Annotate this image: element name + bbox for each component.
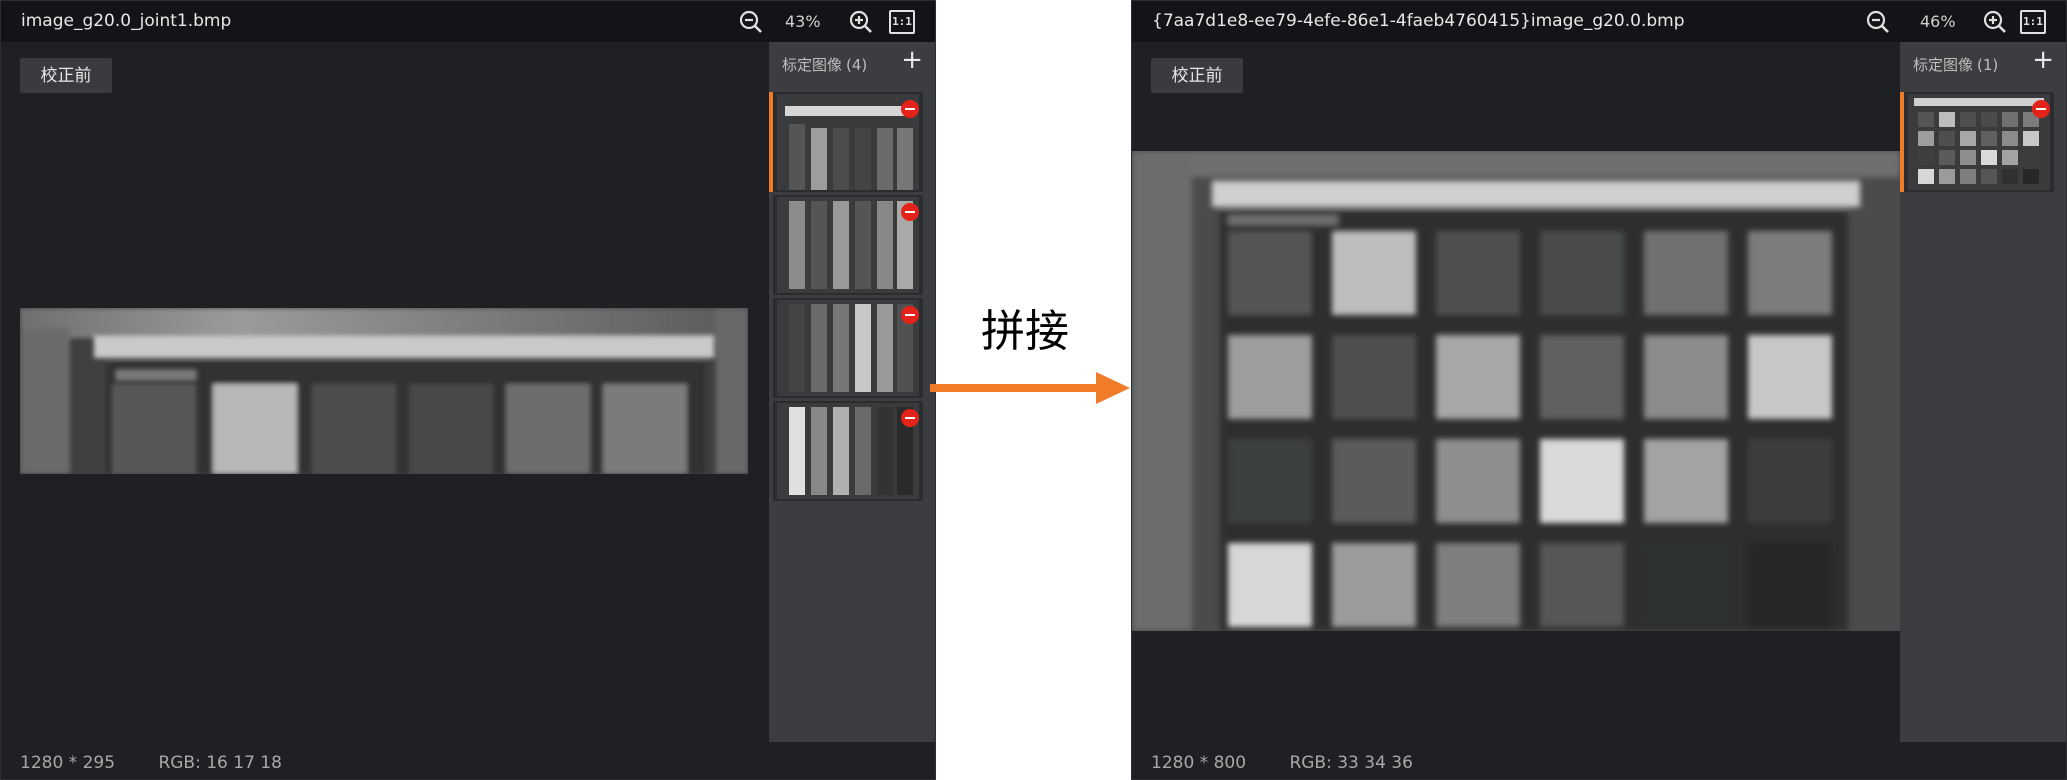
thumbnail-patch — [2023, 131, 2039, 146]
titlebar: {7aa7d1e8-ee79-4efe-86e1-4faeb4760415}im… — [1132, 1, 2066, 42]
board-patch — [1436, 543, 1520, 627]
thumbnail-item[interactable] — [773, 195, 923, 295]
sidebar-title: 标定图像 (4) — [782, 56, 868, 74]
board-patch — [1436, 335, 1520, 419]
calibration-sidebar: 标定图像 (1) + — [1900, 42, 2066, 742]
zoom-out-icon[interactable] — [738, 9, 764, 35]
thumbnail-patch — [1981, 131, 1997, 146]
filename: {7aa7d1e8-ee79-4efe-86e1-4faeb4760415}im… — [1152, 11, 1685, 31]
board-patch — [1332, 543, 1416, 627]
remove-icon[interactable] — [901, 100, 919, 118]
board-patch — [1228, 543, 1312, 627]
remove-icon[interactable] — [901, 306, 919, 324]
thumbnail-patch — [1960, 169, 1976, 184]
image-size: 1280 * 295 — [20, 753, 116, 773]
thumbnail-patch — [1918, 112, 1934, 127]
thumbnail-patch — [2002, 112, 2018, 127]
board-patch — [1644, 335, 1728, 419]
thumbnail-patch — [1981, 169, 1997, 184]
thumbnail-patch — [1960, 150, 1976, 165]
board-patch — [1228, 439, 1312, 523]
thumbnail-item[interactable] — [773, 401, 923, 501]
thumbnail-patch — [1939, 169, 1955, 184]
before-correction-button[interactable]: 校正前 — [1151, 58, 1243, 93]
thumbnail-patch — [1981, 150, 1997, 165]
main-image — [1132, 151, 1900, 631]
thumbnail-item[interactable] — [1900, 92, 2054, 192]
board-patch — [1540, 231, 1624, 315]
actual-size-icon[interactable]: 1:1 — [889, 10, 915, 34]
rgb-readout: RGB: 16 17 18 — [158, 753, 282, 773]
thumbnail-item[interactable] — [773, 298, 923, 398]
board-patch — [1332, 335, 1416, 419]
thumbnail-patch — [2002, 169, 2018, 184]
titlebar: image_g20.0_joint1.bmp 43% 1:1 — [1, 1, 935, 42]
board-patch — [1748, 439, 1832, 523]
thumbnail-image — [777, 94, 919, 190]
board-patch — [1540, 439, 1624, 523]
board-patch — [1540, 335, 1624, 419]
actual-size-icon[interactable]: 1:1 — [2020, 10, 2046, 34]
board-patch — [1436, 439, 1520, 523]
zoom-level: 43% — [785, 12, 821, 31]
before-correction-button[interactable]: 校正前 — [20, 58, 112, 93]
calibration-sidebar: 标定图像 (4) + — [769, 42, 935, 742]
remove-icon[interactable] — [2032, 100, 2050, 118]
thumbnail-image — [777, 403, 919, 499]
rgb-readout: RGB: 33 34 36 — [1289, 753, 1413, 773]
left-viewer-panel: image_g20.0_joint1.bmp 43% 1:1 校正前 标定图像 … — [0, 0, 936, 780]
board-patch — [1748, 335, 1832, 419]
image-size: 1280 * 800 — [1151, 753, 1247, 773]
zoom-in-icon[interactable] — [1982, 9, 2008, 35]
thumbnail-image — [777, 300, 919, 396]
board-patch — [1644, 439, 1728, 523]
board-patch — [1644, 543, 1728, 627]
thumbnail-image — [777, 197, 919, 293]
thumbnail-patch — [1981, 112, 1997, 127]
sidebar-title: 标定图像 (1) — [1913, 56, 1999, 74]
thumbnail-item[interactable] — [769, 92, 923, 192]
zoom-level: 46% — [1920, 12, 1956, 31]
add-icon[interactable]: + — [2032, 47, 2054, 73]
add-icon[interactable]: + — [901, 47, 923, 73]
thumbnail-patch — [2002, 131, 2018, 146]
filename: image_g20.0_joint1.bmp — [21, 11, 232, 31]
status-bar: 1280 * 295 RGB: 16 17 18 — [20, 753, 282, 773]
status-bar: 1280 * 800 RGB: 33 34 36 — [1151, 753, 1413, 773]
board-patch — [1436, 231, 1520, 315]
thumbnail-patch — [1939, 131, 1955, 146]
board-patch — [1644, 231, 1728, 315]
arrow-right-icon — [930, 372, 1130, 404]
thumbnail-patch — [1918, 169, 1934, 184]
right-viewer-panel: {7aa7d1e8-ee79-4efe-86e1-4faeb4760415}im… — [1131, 0, 2067, 780]
remove-icon[interactable] — [901, 203, 919, 221]
board-patch — [1540, 543, 1624, 627]
board-patch — [1332, 231, 1416, 315]
zoom-out-icon[interactable] — [1865, 9, 1891, 35]
thumbnail-patch — [1960, 112, 1976, 127]
main-image — [20, 308, 748, 474]
thumbnail-patch — [1960, 131, 1976, 146]
board-patch — [1332, 439, 1416, 523]
zoom-in-icon[interactable] — [848, 9, 874, 35]
remove-icon[interactable] — [901, 409, 919, 427]
thumbnail-patch — [1918, 131, 1934, 146]
board-patch — [1228, 335, 1312, 419]
thumbnail-patch — [2023, 169, 2039, 184]
board-patch — [1748, 231, 1832, 315]
thumbnail-patch — [1939, 150, 1955, 165]
board-patch — [1228, 231, 1312, 315]
thumbnail-patch — [2002, 150, 2018, 165]
board-patch — [1748, 543, 1832, 627]
thumbnail-image — [1908, 94, 2050, 190]
thumbnail-patch — [1939, 112, 1955, 127]
thumbnail-patch — [1918, 150, 1934, 165]
thumbnail-patch — [2023, 150, 2039, 165]
